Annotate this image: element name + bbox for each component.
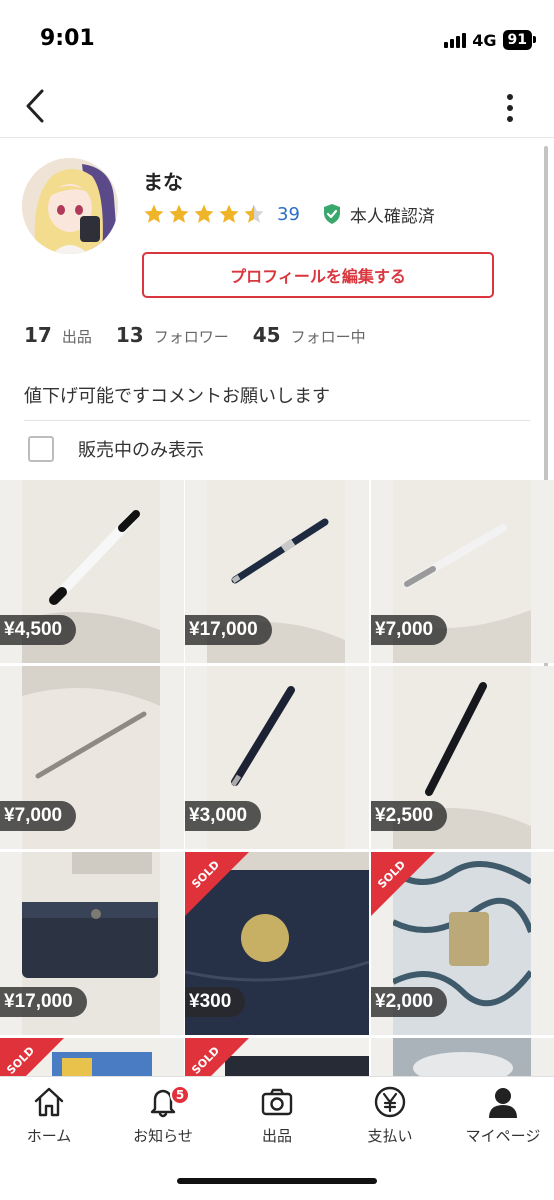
- item-card[interactable]: ¥7,000: [371, 480, 554, 663]
- item-card[interactable]: ¥4,500: [0, 480, 184, 663]
- stat-following[interactable]: 45 フォロー中: [253, 323, 366, 347]
- yen-icon: [374, 1086, 406, 1118]
- tab-home[interactable]: ホーム: [0, 1085, 104, 1146]
- on-sale-filter-label: 販売中のみ表示: [78, 440, 204, 461]
- stat-followers-count: 13: [115, 323, 144, 347]
- status-bar: 9:01 4G 91: [0, 0, 554, 78]
- avatar-image: [22, 158, 118, 254]
- tab-mypage-label: マイページ: [465, 1127, 541, 1145]
- home-icon: [34, 1087, 64, 1117]
- navigation-bar: [0, 78, 554, 138]
- tab-sell-label: 出品: [261, 1127, 292, 1145]
- item-price: ¥3,000: [185, 801, 262, 831]
- tab-notifications[interactable]: 5 お知らせ: [108, 1085, 218, 1146]
- item-card[interactable]: SOLD ¥2,000: [371, 852, 554, 1035]
- camera-icon: [261, 1088, 293, 1116]
- edit-profile-button[interactable]: プロフィールを編集する: [142, 252, 494, 298]
- star-icon: [194, 204, 214, 223]
- divider: [24, 420, 530, 421]
- tab-payment[interactable]: 支払い: [335, 1085, 445, 1146]
- star-icon: [144, 204, 164, 223]
- tab-notifications-label: お知らせ: [133, 1127, 193, 1145]
- avatar[interactable]: [22, 158, 118, 254]
- rating-row[interactable]: 39 本人確認済: [143, 201, 435, 227]
- tab-sell[interactable]: 出品: [222, 1085, 332, 1146]
- item-price: ¥17,000: [185, 615, 272, 645]
- item-price: ¥2,000: [371, 987, 448, 1017]
- item-card[interactable]: ¥7,000: [0, 666, 184, 849]
- more-options-button[interactable]: [500, 88, 520, 128]
- item-price: ¥17,000: [0, 987, 87, 1017]
- stat-following-count: 45: [252, 323, 281, 347]
- tab-payment-label: 支払い: [367, 1127, 413, 1145]
- item-card[interactable]: ¥17,000: [0, 852, 184, 1035]
- item-price: ¥300: [185, 987, 246, 1017]
- home-indicator: [177, 1178, 377, 1184]
- status-time: 9:01: [40, 26, 95, 51]
- shield-check-icon: [323, 204, 340, 224]
- battery-icon: 91: [502, 30, 537, 50]
- star-icon: [219, 204, 239, 223]
- stat-listings-label: 出品: [61, 328, 92, 346]
- on-sale-filter[interactable]: 販売中のみ表示: [28, 436, 204, 462]
- user-name: まな: [143, 170, 183, 194]
- item-price: ¥2,500: [371, 801, 448, 831]
- item-price: ¥4,500: [0, 615, 77, 645]
- stat-following-label: フォロー中: [290, 328, 366, 346]
- item-card[interactable]: ¥17,000: [185, 480, 369, 663]
- network-type: 4G: [472, 30, 497, 50]
- item-card[interactable]: ¥3,000: [185, 666, 369, 849]
- star-half-icon: [244, 204, 264, 223]
- signal-icon: [444, 32, 467, 48]
- stat-followers-label: フォロワー: [153, 328, 229, 346]
- notification-badge: 5: [170, 1085, 190, 1105]
- tab-home-label: ホーム: [26, 1127, 72, 1145]
- profile-bio: 値下げ可能ですコメントお願いします: [24, 386, 330, 407]
- verified-badge: 本人確認済: [322, 202, 435, 227]
- star-icon: [169, 204, 189, 223]
- stat-followers[interactable]: 13 フォロワー: [116, 323, 229, 347]
- item-card[interactable]: ¥2,500: [371, 666, 554, 849]
- on-sale-checkbox[interactable]: [28, 436, 54, 462]
- rating-stars: [143, 203, 265, 225]
- person-icon: [489, 1088, 517, 1118]
- chevron-left-icon: [26, 89, 44, 123]
- item-card[interactable]: SOLD ¥300: [185, 852, 369, 1035]
- item-grid: ¥4,500 ¥17,000 ¥7,000 ¥7,000 ¥3,000 ¥2,5…: [0, 480, 554, 1086]
- rating-count[interactable]: 39: [277, 204, 300, 225]
- stat-listings-count: 17: [24, 323, 52, 347]
- stat-listings[interactable]: 17 出品: [24, 323, 92, 347]
- item-price: ¥7,000: [0, 801, 77, 831]
- tab-mypage[interactable]: マイページ: [448, 1085, 554, 1146]
- verified-label: 本人確認済: [349, 206, 435, 227]
- profile-stats: 17 出品 13 フォロワー 45 フォロー中: [24, 323, 390, 347]
- status-indicators: 4G 91: [444, 30, 537, 50]
- item-price: ¥7,000: [371, 615, 448, 645]
- more-dots-icon: [507, 94, 513, 100]
- back-button[interactable]: [12, 84, 56, 128]
